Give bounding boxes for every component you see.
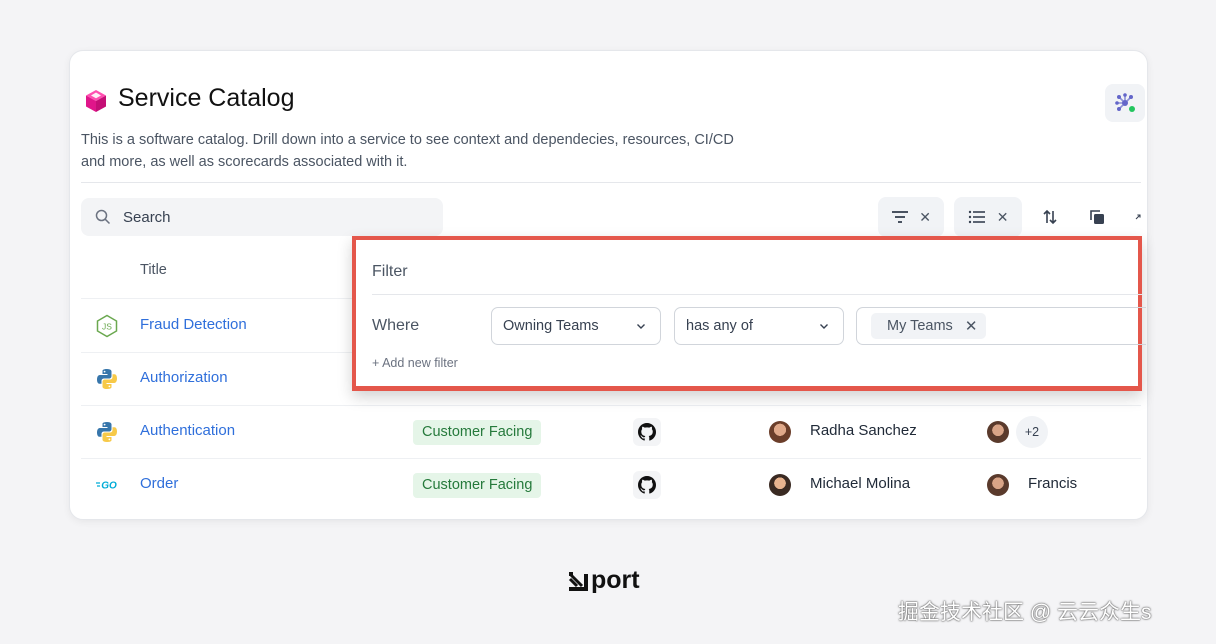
sort-button[interactable] (1039, 206, 1061, 228)
owner-avatar (769, 421, 791, 443)
tier-tag: Customer Facing (413, 473, 542, 498)
where-label: Where (372, 317, 420, 334)
member-name: Francis (1028, 475, 1078, 492)
filter-operator-value: has any of (686, 318, 753, 334)
filter-icon (892, 211, 909, 223)
port-logo-text: port (591, 566, 640, 594)
chevron-down-icon (637, 324, 645, 329)
search-bar (81, 198, 443, 236)
service-name-link[interactable]: Fraud Detection (140, 316, 247, 333)
github-link[interactable] (633, 471, 661, 499)
filter-value-input[interactable]: My Teams ✕ (856, 307, 1146, 345)
table-row[interactable]: GO Order Customer Facing Michael Molina … (81, 459, 1141, 511)
expand-button[interactable] (1132, 206, 1144, 228)
tier-tag: Customer Facing (413, 420, 542, 445)
python-icon (97, 422, 117, 442)
group-by-toolbar-button[interactable]: ✕ (954, 197, 1022, 237)
filter-toolbar-button[interactable]: ✕ (878, 197, 944, 237)
filter-field-select[interactable]: Owning Teams (491, 307, 661, 345)
owner-name: Radha Sanchez (810, 422, 917, 439)
go-icon: GO (96, 481, 117, 492)
graph-view-button[interactable] (1105, 84, 1145, 122)
python-icon (97, 369, 117, 389)
value-chip: My Teams ✕ (871, 313, 987, 339)
watermark: 掘金技术社区 @ 云云众生s (898, 601, 1152, 624)
cube-icon (86, 90, 106, 112)
page-title: Service Catalog (118, 84, 295, 112)
filter-field-value: Owning Teams (503, 318, 599, 334)
table-row[interactable]: Authentication Customer Facing Radha San… (81, 406, 1141, 458)
filter-panel: Filter Where Owning Teams has any of My … (352, 236, 1146, 391)
copy-icon (1090, 210, 1104, 224)
graph-icon (1115, 93, 1135, 112)
member-avatar (987, 474, 1009, 496)
service-name-link[interactable]: Authorization (140, 369, 228, 386)
github-icon (638, 476, 656, 494)
service-name-link[interactable]: Authentication (140, 422, 235, 439)
filter-divider (372, 294, 1142, 295)
filter-title: Filter (372, 263, 408, 280)
header-divider (81, 182, 1141, 183)
value-chip-label: My Teams (887, 318, 953, 334)
port-logo: port (567, 566, 640, 595)
column-header-title[interactable]: Title (140, 262, 167, 278)
list-icon (968, 210, 985, 224)
search-icon (95, 209, 111, 225)
port-logo-mark (568, 571, 588, 591)
expand-icon (1135, 214, 1141, 220)
github-icon (638, 423, 656, 441)
svg-text:GO: GO (101, 481, 117, 492)
sort-icon (1043, 209, 1057, 225)
clear-filter-icon[interactable]: ✕ (919, 209, 931, 226)
chevron-down-icon (820, 324, 828, 329)
more-members-badge[interactable]: +2 (1016, 416, 1048, 448)
chip-remove-icon[interactable]: ✕ (965, 317, 978, 335)
clear-group-icon[interactable]: ✕ (997, 209, 1009, 226)
service-name-link[interactable]: Order (140, 475, 178, 492)
page-description: This is a software catalog. Drill down i… (81, 132, 734, 170)
owner-name: Michael Molina (810, 475, 911, 492)
add-new-filter-link[interactable]: + Add new filter (372, 356, 458, 370)
github-link[interactable] (633, 418, 661, 446)
search-input[interactable] (121, 207, 425, 227)
filter-operator-select[interactable]: has any of (674, 307, 844, 345)
nodejs-icon: JS (96, 314, 118, 338)
owner-avatar (769, 474, 791, 496)
svg-text:JS: JS (102, 322, 112, 332)
member-avatar (987, 421, 1009, 443)
copy-button[interactable] (1086, 206, 1108, 228)
